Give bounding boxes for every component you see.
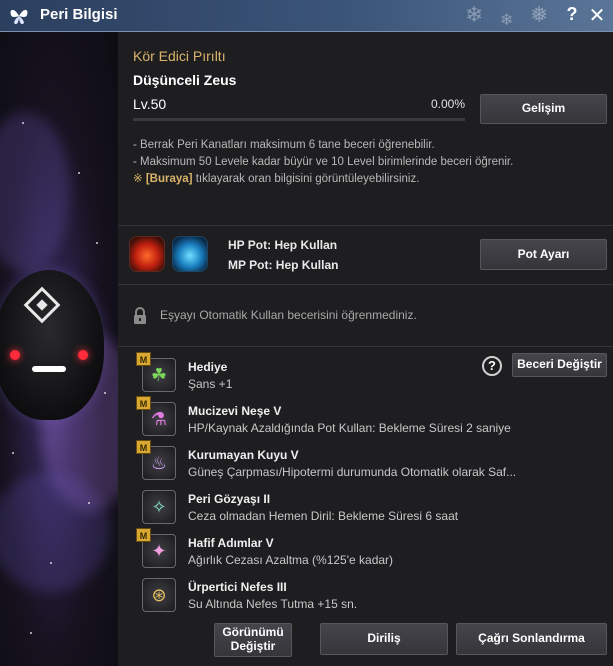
skill-glyph: ⚗ [150, 408, 168, 429]
change-view-label-line2: Değiştir [230, 639, 276, 653]
mastery-badge: M [136, 352, 151, 366]
butterfly-icon [10, 9, 28, 24]
snowflake-icon: ❄ [500, 12, 514, 29]
snowflake-icon: ❅ [530, 2, 549, 27]
fairy-character [0, 270, 104, 420]
mastery-badge: M [136, 528, 151, 542]
mp-potion-icon[interactable] [172, 236, 208, 272]
fairy-notes: - Berrak Peri Kanatları maksimum 6 tane … [133, 137, 513, 188]
mp-pot-setting: MP Pot: Hep Kullan [228, 258, 339, 272]
skill-name: Kurumayan Kuyu V [188, 448, 299, 462]
develop-button[interactable]: Gelişim [480, 94, 607, 124]
rate-note-text: tıklayarak oran bilgisini görüntüleyebil… [192, 173, 420, 185]
section-divider [118, 225, 613, 226]
skill-glyph: ✦ [151, 540, 167, 561]
mastery-badge: M [136, 396, 151, 410]
skill-glyph: ♨ [150, 452, 168, 473]
skill-desc: Şans +1 [188, 377, 233, 391]
skill-name: Hediye [188, 360, 228, 374]
hp-pot-setting: HP Pot: Hep Kullan [228, 238, 338, 252]
skill-glyph: ✧ [151, 496, 167, 517]
xp-percent: 0.00% [430, 97, 465, 111]
fairy-mouth [32, 366, 66, 372]
note-line: - Maksimum 50 Levele kadar büyür ve 10 L… [133, 156, 514, 168]
section-divider [118, 284, 613, 285]
skill-name: Hafif Adımlar V [188, 536, 274, 550]
skill-row: ✦ Hafif Adımlar V Ağırlık Cezası Azaltma (… [118, 528, 613, 576]
skill-glyph: ☘ [150, 364, 168, 385]
fairy-level: Lv.50 [133, 96, 166, 112]
skill-row: ⊛ Ürpertici Nefes III Su Altında Nefes Tut… [118, 578, 613, 620]
change-view-button[interactable]: Görünümü Değiştir [214, 623, 292, 657]
fairy-type: Kör Edici Pırıltı [133, 48, 226, 64]
lock-icon [134, 307, 146, 324]
skill-row: ✧ Peri Gözyaşı II Ceza olmadan Hemen Diril… [118, 490, 613, 532]
skill-glyph: ⊛ [151, 584, 167, 605]
fairy-info-panel: Kör Edici Pırıltı Düşünceli Zeus Lv.50 0… [118, 32, 613, 666]
fairy-name: Düşünceli Zeus [133, 72, 237, 88]
skill-desc: HP/Kaynak Azaldığında Pot Kullan: Beklem… [188, 421, 511, 435]
skill-row: ⚗ Mucizevi Neşe V HP/Kaynak Azaldığında Po… [118, 396, 613, 444]
change-view-label-line1: Görünümü [222, 625, 284, 640]
snowflake-icon: ❄ [465, 2, 484, 27]
hp-potion-icon[interactable] [129, 236, 165, 272]
rate-note: ※ [Buraya] tıklayarak oran bilgisini gör… [133, 171, 513, 188]
skill-row: ♨ Kurumayan Kuyu V Güneş Çarpması/Hipoterm… [118, 440, 613, 488]
help-button[interactable]: ? [563, 4, 581, 26]
level-label: Lv. [133, 96, 151, 112]
skill-desc: Ağırlık Cezası Azaltma (%125'e kadar) [188, 553, 394, 567]
fairy-emblem-icon [23, 286, 61, 324]
dismiss-summon-button[interactable]: Çağrı Sonlandırma [456, 623, 607, 655]
xp-bar [133, 118, 465, 121]
tear-icon[interactable]: ✧ [142, 490, 176, 524]
skill-row: ☘ Hediye Şans +1 M [118, 352, 613, 400]
pot-settings-button[interactable]: Pot Ayarı [480, 239, 607, 270]
note-line: - Berrak Peri Kanatları maksimum 6 tane … [133, 139, 435, 151]
fairy-eye [78, 350, 88, 360]
skill-name: Mucizevi Neşe V [188, 404, 282, 418]
close-button[interactable]: ✕ [587, 3, 607, 27]
fairy-eye [10, 350, 20, 360]
section-divider [118, 346, 613, 347]
revive-button[interactable]: Diriliş [320, 623, 448, 655]
mastery-badge: M [136, 440, 151, 454]
rate-info-link[interactable]: [Buraya] [146, 173, 193, 185]
skill-desc: Güneş Çarpması/Hipotermi durumunda Otoma… [188, 465, 517, 479]
skill-desc: Ceza olmadan Hemen Diril: Bekleme Süresi… [188, 509, 459, 523]
skill-desc: Su Altında Nefes Tutma +15 sn. [188, 597, 358, 611]
breath-icon[interactable]: ⊛ [142, 578, 176, 612]
title-bar: Peri Bilgisi ❄ ❄ ❅ ? ✕ [0, 0, 613, 32]
note-mark: ※ [133, 173, 143, 185]
level-value: 50 [150, 96, 167, 112]
skill-name: Ürpertici Nefes III [188, 580, 287, 594]
skill-name: Peri Gözyaşı II [188, 492, 271, 506]
fairy-portrait [0, 32, 118, 666]
auto-use-notice: Eşyayı Otomatik Kullan becerisini öğrenm… [160, 308, 417, 322]
window-title: Peri Bilgisi [40, 6, 118, 23]
